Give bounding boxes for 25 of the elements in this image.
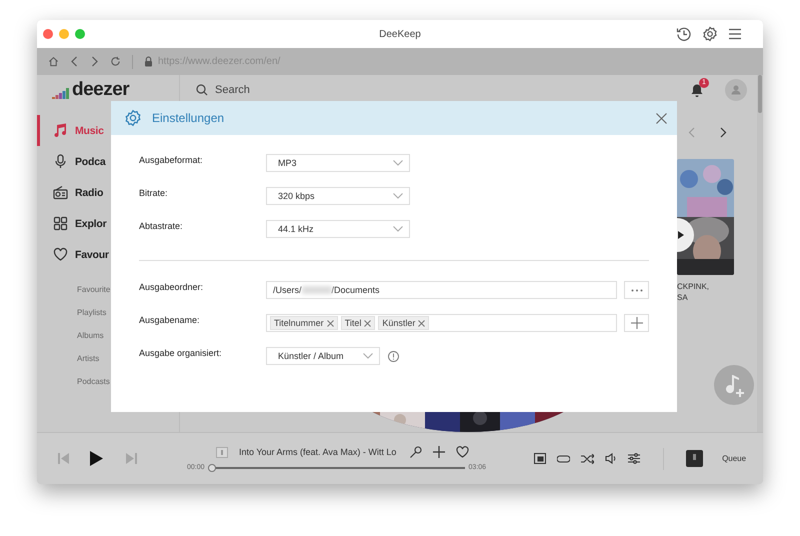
album-caption: CKPINK, bbox=[677, 281, 710, 292]
window-title: DeeKeep bbox=[378, 28, 422, 40]
dropdown[interactable]: 44.1 kHz bbox=[266, 220, 410, 238]
setting-label: Ausgabe organisiert: bbox=[139, 347, 223, 358]
path-text: /Users/ bbox=[273, 285, 302, 295]
track-title: Into Your Arms (feat. Ava Max) - Witt Lo bbox=[239, 446, 396, 458]
setting-label: Ausgabeordner: bbox=[139, 281, 204, 292]
setting-label: Abtastrate: bbox=[139, 220, 184, 231]
folder-path-field[interactable]: /Users/ /Documents bbox=[266, 281, 617, 299]
queue-label[interactable]: Queue bbox=[722, 454, 746, 463]
tag-chip[interactable]: Künstler bbox=[378, 316, 430, 330]
sidebar-item[interactable]: Favour bbox=[37, 239, 179, 270]
logo-text: deezer bbox=[72, 81, 130, 99]
dropdown[interactable]: Künstler / Album bbox=[266, 347, 380, 365]
dropdown[interactable]: 320 kbps bbox=[266, 187, 410, 205]
path-text: /Documents bbox=[332, 285, 380, 295]
setting-label: Bitrate: bbox=[139, 187, 169, 198]
setting-label: Ausgabeformat: bbox=[139, 154, 204, 165]
dropdown[interactable]: MP3 bbox=[266, 154, 410, 172]
tag-chip[interactable]: Titel bbox=[340, 316, 376, 330]
album-caption: SA bbox=[677, 292, 689, 303]
tag-chip[interactable]: Titelnummer bbox=[270, 316, 338, 330]
setting-label: Ausgabename: bbox=[139, 314, 201, 325]
search-field[interactable]: Search bbox=[215, 84, 250, 96]
filename-field[interactable]: Titelnummer Titel Künstler bbox=[266, 314, 617, 332]
